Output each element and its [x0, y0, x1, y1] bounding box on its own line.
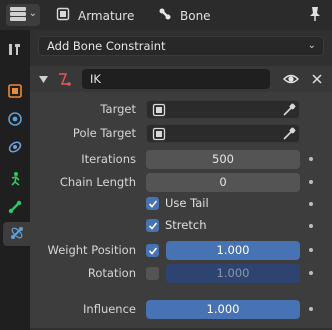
properties-header: ⌄ Armature Bone: [0, 0, 332, 30]
tab-object-constraint[interactable]: [3, 136, 27, 160]
chevron-down-icon: ⌄: [307, 40, 316, 51]
tab-object[interactable]: [3, 80, 27, 104]
pin-icon[interactable]: [308, 6, 322, 25]
constraint-panel-header[interactable]: IK: [30, 66, 332, 92]
properties-tab-bar: [0, 30, 30, 330]
tab-physics[interactable]: [3, 108, 27, 132]
rotation-checkbox[interactable]: [146, 267, 159, 280]
ik-constraint-icon: [57, 71, 73, 90]
chevron-down-icon: ⌄: [28, 8, 37, 19]
use-tail-label: Use Tail: [165, 196, 209, 210]
checkmark-icon: [148, 221, 157, 230]
keyframe-dot-icon[interactable]: [309, 157, 313, 161]
bone-icon: [7, 199, 23, 218]
chain-length-field[interactable]: 0: [146, 173, 300, 192]
checkmark-icon: [148, 199, 157, 208]
keyframe-dot-icon[interactable]: [309, 271, 313, 275]
add-bone-constraint-button[interactable]: Add Bone Constraint ⌄: [38, 36, 324, 56]
target-field[interactable]: [146, 100, 300, 119]
iterations-field[interactable]: 500: [146, 150, 300, 169]
object-constraint-icon: [7, 139, 23, 158]
influence-slider[interactable]: 1.000: [146, 300, 300, 319]
editor-type-selector[interactable]: ⌄: [6, 4, 40, 26]
use-tail-checkbox[interactable]: [146, 197, 159, 210]
weight-position-slider[interactable]: 1.000: [166, 241, 300, 260]
keyframe-dot-icon[interactable]: [309, 307, 313, 311]
close-icon[interactable]: [312, 73, 322, 87]
eyedropper-icon[interactable]: [282, 127, 296, 144]
pole-target-field[interactable]: [146, 124, 300, 143]
pole-target-label: Pole Target: [72, 126, 136, 140]
object-icon: [7, 83, 23, 102]
collapse-arrow-icon[interactable]: [39, 73, 48, 87]
eyedropper-icon[interactable]: [282, 103, 296, 120]
bone-icon: [158, 7, 172, 24]
keyframe-dot-icon[interactable]: [309, 180, 313, 184]
breadcrumb-bone-label: Bone: [180, 8, 211, 23]
stretch-label: Stretch: [165, 218, 207, 232]
object-data-icon: [56, 7, 70, 24]
tab-tool[interactable]: [3, 38, 27, 62]
keyframe-dot-icon[interactable]: [309, 248, 313, 252]
stretch-checkbox[interactable]: [146, 219, 159, 232]
properties-editor-icon: [10, 6, 26, 24]
iterations-label: Iterations: [81, 152, 136, 166]
rotation-slider[interactable]: 1.000: [166, 264, 300, 283]
weight-position-checkbox[interactable]: [146, 244, 159, 257]
checkmark-icon: [148, 246, 157, 255]
eye-icon[interactable]: [283, 72, 299, 89]
bone-constraint-icon: [9, 225, 25, 244]
tool-icon: [7, 41, 23, 60]
breadcrumb-object-label: Armature: [78, 8, 135, 23]
target-label: Target: [100, 102, 136, 116]
pose-icon: [7, 171, 23, 190]
properties-content: Add Bone Constraint ⌄ IK Target Pole Tar…: [30, 30, 332, 330]
physics-icon: [7, 111, 23, 130]
object-data-icon: [152, 127, 166, 144]
rotation-label: Rotation: [87, 266, 136, 280]
influence-label: Influence: [83, 302, 136, 316]
ik-constraint-panel: IK Target Pole Target Iterations 500 Cha…: [30, 66, 332, 328]
breadcrumb-object: Armature: [56, 7, 134, 24]
tab-bone-constraint[interactable]: [3, 222, 30, 246]
tab-pose[interactable]: [3, 168, 27, 192]
weight-position-label: Weight Position: [47, 243, 137, 257]
keyframe-dot-icon[interactable]: [309, 224, 313, 228]
keyframe-dot-icon[interactable]: [309, 202, 313, 206]
constraint-name-field[interactable]: IK: [82, 69, 270, 89]
chain-length-label: Chain Length: [59, 175, 136, 189]
breadcrumb-bone: Bone: [158, 7, 211, 24]
tab-bone[interactable]: [3, 196, 27, 220]
add-bone-constraint-label: Add Bone Constraint: [47, 39, 166, 53]
object-data-icon: [152, 103, 166, 120]
